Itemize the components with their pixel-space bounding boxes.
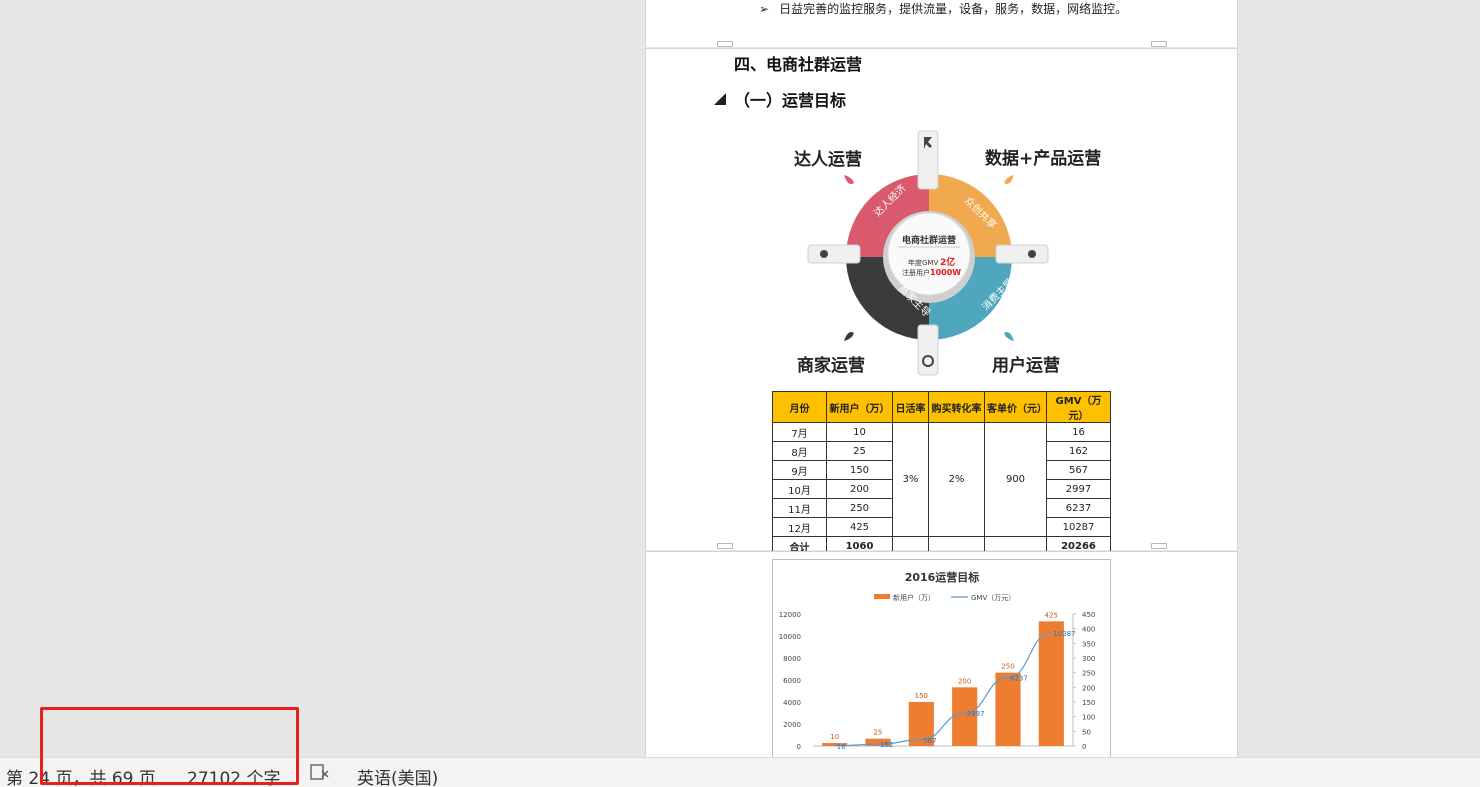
- cell-month: 10月: [772, 479, 827, 499]
- center-users-label: 注册用户: [902, 268, 930, 277]
- bar-data-label: 150: [915, 692, 928, 700]
- legend-label-gmv: GMV（万元）: [971, 594, 1015, 602]
- y-right-tick-label: 250: [1082, 670, 1095, 678]
- chart-title: 2016运营目标: [905, 570, 980, 584]
- droplet-dark: [844, 332, 854, 341]
- margin-corner-mark: [1151, 543, 1167, 549]
- center-disc: [887, 212, 971, 296]
- community-operations-infographic[interactable]: 达人运营 数据+产品运营 商家运营 用户运营 达人经济 众创共享 消费主导 商家…: [646, 49, 1239, 389]
- bar-data-label: 10: [830, 733, 839, 741]
- cell-avg-price: 900: [984, 422, 1047, 537]
- y-right-tick-label: 0: [1082, 743, 1086, 751]
- y-right-tick-label: 50: [1082, 728, 1091, 736]
- y-left-tick-label: 4000: [783, 699, 801, 707]
- document-page-previous: ➢ 日益完善的监控服务，提供流量，设备，服务，数据，网络监控。: [645, 0, 1238, 47]
- cell-conversion: 2%: [928, 422, 985, 537]
- bar-new-users: [1038, 621, 1064, 746]
- cell-new-users: 250: [826, 498, 893, 518]
- bar-data-label: 200: [958, 677, 971, 685]
- header-avg-price: 客单价（元）: [984, 391, 1047, 423]
- droplet-blue: [1004, 332, 1014, 341]
- bar-data-label: 425: [1045, 611, 1058, 619]
- center-title: 电商社群运营: [902, 234, 956, 246]
- line-data-label: 10287: [1053, 630, 1075, 638]
- y-right-tick-label: 400: [1082, 626, 1095, 634]
- header-gmv: GMV（万元）: [1046, 391, 1111, 423]
- bar-right: [995, 244, 1049, 264]
- cell-month: 12月: [772, 517, 827, 537]
- cell-daily-active: 3%: [892, 422, 929, 537]
- operations-target-table[interactable]: 月份 新用户（万） 日活率 购买转化率 客单价（元） GMV（万元） 7月 10…: [772, 391, 1111, 556]
- bar-left: [807, 244, 861, 264]
- line-data-label: 6237: [1010, 674, 1028, 682]
- cell-gmv: 6237: [1046, 498, 1111, 518]
- cell-month: 11月: [772, 498, 827, 518]
- bar-data-label: 250: [1001, 663, 1014, 671]
- bar-data-label: 25: [874, 729, 883, 737]
- line-data-label: 16: [837, 743, 846, 751]
- cell-month: 7月: [772, 422, 827, 442]
- cell-gmv: 567: [1046, 460, 1111, 480]
- y-right-tick-label: 100: [1082, 714, 1095, 722]
- cell-new-users: 425: [826, 517, 893, 537]
- center-users-value: 1000W: [930, 268, 961, 277]
- y-left-tick-label: 0: [797, 743, 801, 751]
- chart-svg: 2016运营目标 新用户（万） GMV（万元） 0200040006000800…: [779, 570, 1096, 751]
- cell-month: 9月: [772, 460, 827, 480]
- table-row: 7月 10 3% 2% 900 16: [772, 422, 1111, 537]
- cell-new-users: 150: [826, 460, 893, 480]
- cell-gmv: 10287: [1046, 517, 1111, 537]
- y-left-tick-label: 10000: [779, 633, 801, 641]
- bar-bottom: [917, 324, 939, 376]
- cell-new-users: 200: [826, 479, 893, 499]
- y-left-tick-label: 8000: [783, 655, 801, 663]
- line-data-label: 567: [923, 737, 936, 745]
- cell-gmv: 162: [1046, 441, 1111, 461]
- center-gmv-label: 年度GMV: [908, 258, 938, 267]
- bullet-arrow-icon: ➢: [759, 2, 770, 16]
- y-left-tick-label: 6000: [783, 677, 801, 685]
- proofing-icon[interactable]: [309, 762, 331, 787]
- bar-new-users: [995, 672, 1021, 746]
- margin-corner-mark: [1151, 41, 1167, 47]
- y-left-tick-label: 2000: [783, 721, 801, 729]
- cell-month: 8月: [772, 441, 827, 461]
- y-right-tick-label: 450: [1082, 611, 1095, 619]
- legend-label-new-users: 新用户（万）: [893, 593, 935, 602]
- language-status[interactable]: 英语(美国): [357, 764, 438, 787]
- highlight-annotation-box: [40, 707, 299, 785]
- header-daily-active: 日活率: [892, 391, 929, 423]
- legend-swatch-bar: [874, 594, 890, 599]
- embedded-chart[interactable]: 2016运营目标 新用户（万） GMV（万元） 0 2000 4000 6000 800…: [772, 559, 1111, 759]
- header-month: 月份: [772, 391, 827, 423]
- cell-new-users: 10: [826, 422, 893, 442]
- margin-corner-mark: [717, 41, 733, 47]
- line-data-label: 162: [880, 741, 893, 749]
- table-header-row: 月份 新用户（万） 日活率 购买转化率 客单价（元） GMV（万元）: [772, 391, 1111, 423]
- header-new-users: 新用户（万）: [826, 391, 893, 423]
- bullet-paragraph[interactable]: ➢ 日益完善的监控服务，提供流量，设备，服务，数据，网络监控。: [759, 0, 1127, 17]
- bullet-text: 日益完善的监控服务，提供流量，设备，服务，数据，网络监控。: [779, 2, 1128, 16]
- cell-new-users: 25: [826, 441, 893, 461]
- cell-gmv: 2997: [1046, 479, 1111, 499]
- header-conversion: 购买转化率: [928, 391, 985, 423]
- droplet-red: [844, 175, 854, 184]
- y-right-tick-label: 350: [1082, 640, 1095, 648]
- y-right-tick-label: 150: [1082, 699, 1095, 707]
- y-left-tick-label: 12000: [779, 611, 801, 619]
- margin-corner-mark: [717, 543, 733, 549]
- document-page-current: 四、电商社群运营 （一）运营目标 达人运营 数据+产品运营 商家运营 用户运营: [645, 41, 1239, 556]
- tools-icon: [1028, 250, 1036, 258]
- center-gmv-value: 2亿: [940, 256, 955, 268]
- infographic-wheel: 达人经济 众创共享 消费主导 商家主导 电商社群运营 年度GMV 2亿 注册用户…: [807, 130, 1049, 376]
- y-right-tick-label: 300: [1082, 655, 1095, 663]
- cell-gmv: 16: [1046, 422, 1111, 442]
- chart-marks: 0 2000 4000 6000 8000 10000 12000 0 50 100 150 200 2…: [779, 611, 1096, 751]
- document-page-next: 2016运营目标 新用户（万） GMV（万元） 0 2000 4000 6000 800…: [645, 551, 1238, 759]
- people-icon: [820, 250, 828, 258]
- y-right-tick-label: 200: [1082, 684, 1095, 692]
- line-data-label: 2997: [967, 710, 985, 718]
- droplet-orange: [1004, 175, 1014, 184]
